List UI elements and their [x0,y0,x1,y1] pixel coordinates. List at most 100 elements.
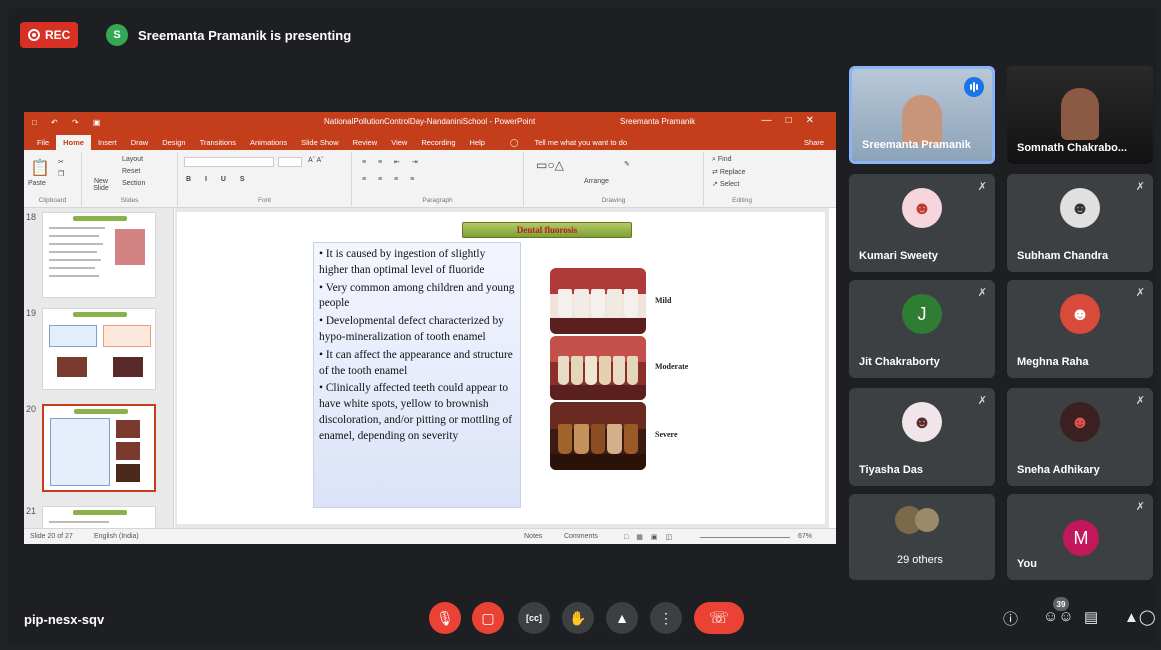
quick-styles-icon[interactable]: ✎ [624,160,630,168]
tab-home[interactable]: Home [56,135,91,150]
tab-transitions[interactable]: Transitions [193,135,243,150]
zoom-slider[interactable] [700,537,790,538]
label-moderate: Moderate [655,362,689,371]
participant-tile-sneha[interactable]: ✗ ☻ Sneha Adhikary [1007,388,1153,486]
language-indicator[interactable]: English (India) [94,533,139,540]
participant-tile-jit[interactable]: ✗ J Jit Chakraborty [849,280,995,378]
participant-tile-somnath[interactable]: Somnath Chakrabo... [1007,66,1153,164]
cut-icon[interactable]: ✂ [58,158,64,166]
ribbon-tabs: File Home Insert Draw Design Transitions… [24,132,836,150]
mic-off-icon: ✗ [1135,395,1145,407]
list-icons[interactable]: ≡ ≡ ⇤ ⇥ [362,158,423,166]
label-severe: Severe [655,430,678,439]
raise-hand-button[interactable]: ✋ [562,602,594,634]
info-button[interactable]: ⓘ [1003,608,1018,629]
replace-button[interactable]: ⇄ Replace [712,168,746,176]
tab-help[interactable]: Help [463,135,492,150]
mic-toggle-button[interactable]: 🎙 [429,602,461,634]
tab-draw[interactable]: Draw [124,135,156,150]
group-editing: ⌕ Find ⇄ Replace ↗ Select Editing [704,152,780,206]
captions-button[interactable]: [cc] [518,602,550,634]
avatar-image-icon: ☻ [912,197,932,218]
activities-button[interactable]: ▲◯ [1124,608,1156,626]
tab-view[interactable]: View [384,135,414,150]
tab-review[interactable]: Review [346,135,385,150]
share-button[interactable]: Share [804,138,824,147]
view-buttons[interactable]: □▦▣◫ [624,533,680,541]
rec-label: REC [45,28,71,42]
slide-title: Dental fluorosis [462,222,632,238]
tab-insert[interactable]: Insert [91,135,124,150]
shapes-icon[interactable]: ▭○△ [536,158,564,172]
participant-tile-sreemanta[interactable]: Sreemanta Pramanik [849,66,995,164]
group-drawing-label: Drawing [601,197,626,204]
tell-me-search[interactable]: ◯ Tell me what you want to do [496,135,641,150]
slide-thumbnail-20[interactable] [42,404,156,492]
font-size-box[interactable] [278,157,302,167]
paste-button[interactable]: Paste [28,180,46,187]
section-button[interactable]: Section [122,180,145,187]
paste-icon: 📋 [30,160,50,177]
meeting-code[interactable]: pip-nesx-sqv [24,612,104,627]
thumb-text-line [49,251,97,253]
tab-slide-show[interactable]: Slide Show [294,135,346,150]
font-name-box[interactable] [184,157,274,167]
present-button[interactable]: ▲ [606,602,638,634]
mic-off-icon: 🎙 [436,609,454,626]
find-label: Find [717,156,732,163]
align-icons[interactable]: ≡ ≡ ≡ ≡ [362,176,419,183]
participant-tile-subham[interactable]: ✗ ☻ Subham Chandra [1007,174,1153,272]
tab-animations[interactable]: Animations [243,135,294,150]
select-icon: ↗ [712,181,718,188]
camera-toggle-button[interactable]: ▢ [472,602,504,634]
mic-off-icon: ✗ [977,181,987,193]
find-button[interactable]: ⌕ Find [712,156,732,164]
tab-recording[interactable]: Recording [414,135,462,150]
font-format-icons[interactable]: B I U S [186,176,251,183]
participant-name: Subham Chandra [1017,250,1109,262]
copy-icon[interactable]: ❐ [58,170,64,178]
camera-off-icon: ▢ [481,609,495,626]
thumb-image [116,464,140,482]
participant-tile-kumari[interactable]: ✗ ☻ Kumari Sweety [849,174,995,272]
chat-button[interactable]: ▤ [1084,608,1098,626]
thumb-image [57,357,87,377]
participant-tile-you[interactable]: ✗ M You [1007,494,1153,580]
tab-design[interactable]: Design [155,135,192,150]
more-vert-icon: ⋮ [659,609,673,626]
mic-off-icon: ✗ [1135,501,1145,513]
new-slide-button[interactable]: New Slide [88,178,114,192]
participant-tile-tiyasha[interactable]: ✗ ☻ Tiyasha Das [849,388,995,486]
teeth-row [557,423,639,454]
select-button[interactable]: ↗ Select [712,180,739,188]
thumb-text-line [49,227,105,229]
notes-button[interactable]: Notes [524,533,542,540]
recording-badge[interactable]: REC [20,22,78,48]
leave-call-button[interactable]: ☏ [694,602,744,634]
slide-thumbnail-18[interactable] [42,212,156,298]
thumb-text-line [49,243,103,245]
ppt-user-name: Sreemanta Pramanik [620,117,696,126]
slide-canvas[interactable]: Dental fluorosis • It is caused by inges… [175,208,829,528]
zoom-level[interactable]: 67% [798,533,812,540]
reset-button[interactable]: Reset [122,168,140,175]
presenting-banner: S Sreemanta Pramanik is presenting [106,24,351,46]
presenting-text: Sreemanta Pramanik is presenting [138,27,352,43]
participant-tile-others[interactable]: 29 others [849,494,995,580]
slide-thumbnail-pane[interactable]: 18 19 20 21 [24,208,174,536]
thumb-image [116,442,140,460]
tab-file[interactable]: File [30,135,56,150]
group-drawing: ▭○△ Arrange ✎ Drawing [524,152,704,206]
others-count: 29 others [897,554,943,566]
comments-button[interactable]: Comments [564,533,598,540]
hand-icon: ✋ [569,609,587,626]
more-options-button[interactable]: ⋮ [650,602,682,634]
layout-button[interactable]: Layout [122,156,143,163]
participant-name: Sneha Adhikary [1017,464,1100,476]
thumb-text-box [103,325,151,347]
participant-tile-meghna[interactable]: ✗ ☻ Meghna Raha [1007,280,1153,378]
slide-thumbnail-19[interactable] [42,308,156,390]
arrange-button[interactable]: Arrange [584,178,609,185]
ppt-document-title: NationalPollutionControlDay-NandaniniSch… [324,117,536,126]
font-grow-icon[interactable]: Aˆ Aˇ [308,157,324,164]
